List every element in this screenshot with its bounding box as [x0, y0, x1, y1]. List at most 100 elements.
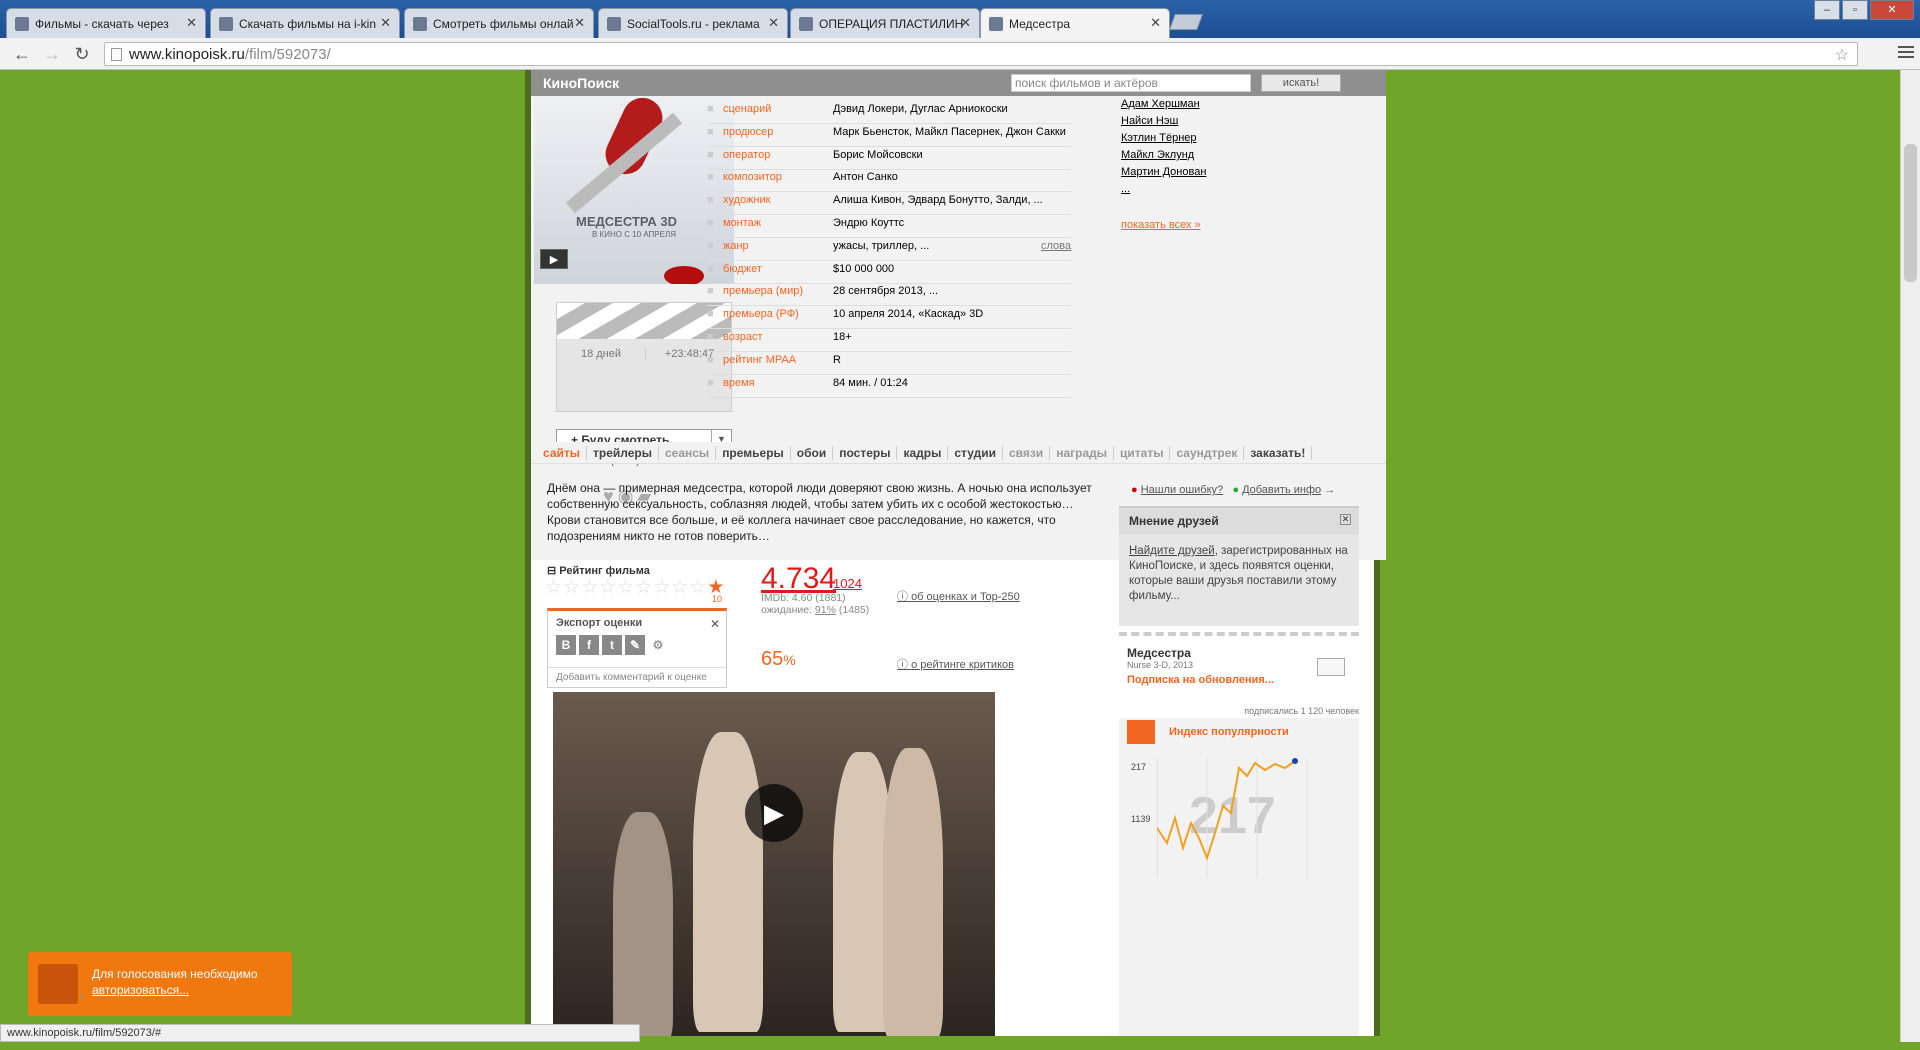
add-info-link[interactable]: Добавить инфо: [1242, 484, 1321, 496]
window-close-button[interactable]: ✕: [1870, 0, 1914, 20]
film-menu: сайты трейлеры сеансы премьеры обои постеры ка…: [531, 442, 1386, 464]
menu-item[interactable]: обои: [790, 446, 834, 460]
menu-item[interactable]: кадры: [897, 446, 949, 460]
menu-item[interactable]: постеры: [833, 446, 898, 460]
reload-icon[interactable]: ↻: [70, 44, 94, 65]
tab-6[interactable]: Медсестра ✕: [980, 8, 1170, 39]
menu-item[interactable]: сайты: [537, 446, 587, 460]
imdb-text: IMDb: 4.60 (1881): [761, 592, 846, 604]
report-error-link[interactable]: Нашли ошибку?: [1141, 484, 1223, 496]
scrollbar-thumb[interactable]: [1904, 144, 1917, 282]
address-bar[interactable]: www.kinopoisk.ru/film/592073/ ☆: [104, 42, 1858, 66]
info-value[interactable]: 84 мин. / 01:24: [833, 377, 908, 389]
show-all-actors-link[interactable]: показать всех »: [1121, 219, 1201, 231]
info-value[interactable]: Антон Санко: [833, 171, 898, 183]
info-value[interactable]: Марк Бьенсток, Майкл Пасернек, Джон Сакк…: [833, 126, 1066, 138]
video-figure: [883, 748, 943, 1036]
minimize-button[interactable]: –: [1814, 0, 1840, 20]
info-value[interactable]: $10 000 000: [833, 263, 894, 275]
tab-close-icon[interactable]: ✕: [768, 15, 779, 31]
info-value[interactable]: Алиша Кивон, Эдвард Бонутто, Залди, ...: [833, 194, 1043, 206]
maximize-button[interactable]: ▫: [1842, 0, 1868, 20]
livejournal-icon[interactable]: ✎: [625, 635, 645, 655]
vk-icon[interactable]: В: [556, 635, 576, 655]
tab-2[interactable]: Скачать фильмы на i-kin ✕: [210, 8, 400, 38]
find-friends-link[interactable]: Найдите друзей: [1129, 545, 1215, 557]
friends-text: Найдите друзей, зарегистрированных на Ки…: [1119, 534, 1359, 614]
menu-item[interactable]: связи: [1002, 446, 1051, 460]
menu-item[interactable]: цитаты: [1114, 446, 1171, 460]
search-button[interactable]: искать!: [1261, 74, 1341, 92]
menu-item[interactable]: саундтрек: [1170, 446, 1245, 460]
film-poster[interactable]: МЕДСЕСТРА 3D В КИНО С 10 АПРЕЛЯ ▶: [534, 96, 734, 284]
menu-item[interactable]: сеансы: [658, 446, 717, 460]
comment-input[interactable]: Добавить комментарий к оценке: [548, 667, 726, 687]
chrome-menu-icon[interactable]: [1898, 46, 1914, 61]
actor-link[interactable]: Майкл Эклунд: [1121, 147, 1271, 164]
info-value[interactable]: 18+: [833, 331, 852, 343]
info-value[interactable]: Борис Мойсовски: [833, 149, 923, 161]
info-value[interactable]: Эндрю Коуттс: [833, 217, 904, 229]
info-value[interactable]: 28 сентября 2013, ...: [833, 285, 938, 297]
info-value[interactable]: Дэвид Локери, Дуглас Арниокоски: [833, 103, 1008, 115]
tab-close-icon[interactable]: ✕: [960, 15, 971, 31]
bullet-icon: ■: [707, 217, 714, 229]
info-key: оператор: [723, 148, 771, 161]
actor-link[interactable]: Найси Нэш: [1121, 113, 1271, 130]
rating-count[interactable]: 1024: [833, 576, 862, 591]
scrollbar[interactable]: [1900, 70, 1920, 1042]
menu-item[interactable]: награды: [1050, 446, 1115, 460]
trailer-video[interactable]: ▶: [553, 692, 995, 1036]
menu-item[interactable]: студии: [948, 446, 1003, 460]
popularity-title[interactable]: Индекс популярности: [1169, 726, 1289, 738]
rating-value[interactable]: 4.734: [761, 562, 836, 596]
expect-pct[interactable]: 91%: [815, 604, 836, 616]
info-value[interactable]: R: [833, 354, 841, 366]
actor-link[interactable]: Адам Хершман: [1121, 96, 1271, 113]
bookmark-star-icon[interactable]: ☆: [1835, 45, 1849, 65]
subscribe-link[interactable]: Подписка на обновления...: [1127, 674, 1274, 686]
export-title: Экспорт оценки: [556, 617, 643, 629]
rating-stars[interactable]: ☆☆☆☆☆☆☆☆☆★: [545, 576, 725, 599]
kinopoisk-logo[interactable]: КиноПоиск: [543, 75, 619, 91]
menu-item[interactable]: трейлеры: [587, 446, 659, 460]
poster-blood: [664, 266, 704, 284]
facebook-icon[interactable]: f: [579, 635, 599, 655]
tab-3[interactable]: Смотреть фильмы онлай ✕: [404, 8, 594, 38]
menu-item[interactable]: премьеры: [716, 446, 791, 460]
new-tab-button[interactable]: [1169, 14, 1203, 30]
tab-close-icon[interactable]: ✕: [574, 15, 585, 31]
video-play-icon[interactable]: ▶: [745, 784, 803, 842]
login-link[interactable]: авторизоваться...: [92, 983, 189, 997]
twitter-icon[interactable]: t: [602, 635, 622, 655]
critics-rating-link[interactable]: ⓘ о рейтинге критиков: [897, 656, 1014, 672]
envelope-icon[interactable]: [1317, 658, 1345, 676]
tab-1[interactable]: Фильмы - скачать через ✕: [6, 8, 206, 38]
tab-close-icon[interactable]: ✕: [186, 15, 197, 31]
actor-link[interactable]: Кэтлин Тёрнер: [1121, 130, 1271, 147]
popularity-icon: [1127, 720, 1155, 744]
info-key: рейтинг MPAA: [723, 353, 797, 366]
menu-item[interactable]: заказать!: [1244, 446, 1313, 460]
close-icon[interactable]: ✕: [1340, 514, 1351, 525]
search-input[interactable]: поиск фильмов и актёров: [1011, 74, 1251, 92]
actor-link[interactable]: Мартин Донован: [1121, 164, 1271, 181]
bullet-icon: ■: [707, 148, 714, 161]
back-icon[interactable]: ←: [10, 44, 34, 65]
info-value[interactable]: ужасы, триллер, ...: [833, 240, 929, 252]
tab-5[interactable]: ОПЕРАЦИЯ ПЛАСТИЛИН ✕: [790, 8, 980, 38]
gear-icon[interactable]: ⚙: [648, 635, 668, 655]
critics-rating: 65%: [761, 648, 796, 671]
forward-icon[interactable]: →: [40, 44, 64, 65]
tab-close-icon[interactable]: ✕: [1150, 15, 1161, 31]
close-icon[interactable]: ✕: [710, 617, 720, 631]
bullet-icon: ■: [707, 103, 714, 115]
tab-4[interactable]: SocialTools.ru - реклама ✕: [598, 8, 788, 38]
tab-close-icon[interactable]: ✕: [380, 15, 391, 31]
subscribe-film-sub: Nurse 3-D, 2013: [1127, 660, 1194, 670]
trailer-play-icon[interactable]: ▶: [540, 249, 568, 269]
actor-link[interactable]: ...: [1121, 181, 1271, 198]
about-ratings-link[interactable]: ⓘ об оценках и Top-250: [897, 588, 1020, 604]
info-more[interactable]: слова: [1041, 240, 1071, 252]
info-value[interactable]: 10 апреля 2014, «Каскад» 3D: [833, 308, 983, 320]
